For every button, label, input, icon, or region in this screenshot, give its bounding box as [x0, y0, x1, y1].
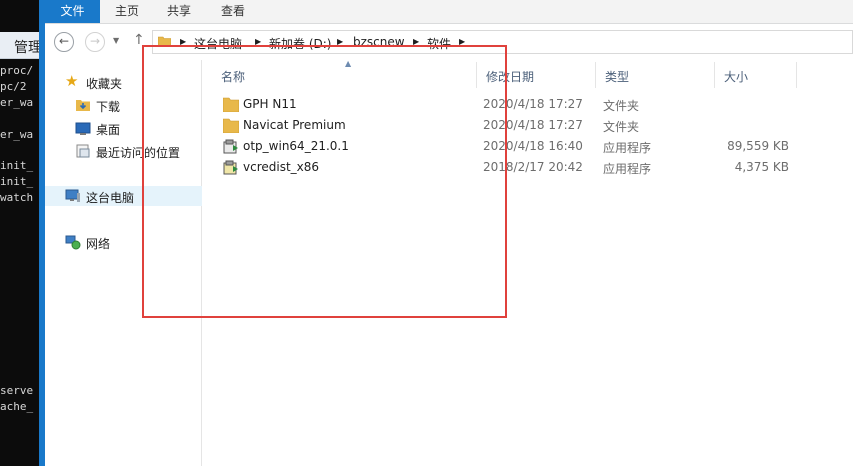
breadcrumb-software[interactable]: 软件: [427, 35, 451, 52]
address-toolbar: ← → ▼ ↑ ▶ 这台电脑 ▶ 新加卷 (D:) ▶ bzscnew ▶ 软件…: [45, 24, 853, 60]
column-header-size[interactable]: 大小: [716, 62, 797, 88]
folder-icon: [158, 36, 171, 47]
file-date: 2020/4/18 17:27: [483, 118, 583, 132]
file-row[interactable]: otp_win64_21.0.1 2020/4/18 16:40 应用程序 89…: [213, 136, 797, 157]
file-row[interactable]: vcredist_x86 2018/2/17 20:42 应用程序 4,375 …: [213, 157, 797, 178]
nav-item-label: 桌面: [96, 123, 121, 137]
terminal-line: serve: [0, 384, 34, 397]
file-type: 文件夹: [603, 120, 640, 134]
file-size: 4,375 KB: [734, 160, 789, 174]
folder-icon: [223, 118, 239, 133]
computer-icon: [65, 189, 80, 202]
download-folder-icon: [76, 100, 90, 111]
breadcrumb-bzscnew[interactable]: bzscnew: [353, 35, 405, 49]
nav-item-label: 网络: [86, 237, 111, 251]
file-name: vcredist_x86: [243, 160, 320, 174]
file-type: 应用程序: [603, 141, 652, 155]
terminal-title-bar: 管理: [0, 32, 39, 59]
back-arrow-icon: ←: [58, 34, 70, 48]
folder-icon: [223, 97, 239, 112]
nav-item-label: 最近访问的位置: [96, 146, 181, 160]
file-name: Navicat Premium: [243, 118, 346, 132]
nav-item-label: 收藏夹: [86, 77, 123, 91]
forward-arrow-icon: →: [89, 34, 101, 48]
star-icon: ★: [65, 72, 79, 90]
file-list: 名称 ▲ 修改日期 类型 大小 GPH N11 2020/4/18 17:27 …: [203, 59, 853, 466]
file-row[interactable]: GPH N11 2020/4/18 17:27 文件夹: [213, 94, 797, 115]
file-date: 2020/4/18 17:27: [483, 97, 583, 111]
breadcrumb-separator-icon[interactable]: ▶: [337, 37, 343, 46]
recent-places-icon: [76, 144, 90, 158]
installer-icon: [223, 139, 238, 154]
tab-file[interactable]: 文件: [45, 0, 100, 23]
column-header-label: 修改日期: [486, 70, 535, 84]
column-header-label: 大小: [724, 70, 749, 84]
sort-ascending-icon: ▲: [345, 59, 352, 68]
nav-item-label: 这台电脑: [86, 191, 135, 205]
tab-share[interactable]: 共享: [167, 0, 191, 23]
ribbon-tabs: 文件 主页 共享 查看: [45, 0, 853, 24]
file-date: 2018/2/17 20:42: [483, 160, 583, 174]
column-header-label: 名称: [221, 70, 246, 84]
file-type: 应用程序: [603, 162, 652, 176]
network-icon: [65, 235, 81, 250]
address-bar[interactable]: ▶ 这台电脑 ▶ 新加卷 (D:) ▶ bzscnew ▶ 软件 ▶: [152, 30, 853, 54]
terminal-line: ache_: [0, 400, 34, 413]
file-type: 文件夹: [603, 99, 640, 113]
column-header-name[interactable]: 名称 ▲: [213, 59, 477, 88]
nav-item-favorites[interactable]: ★ 收藏夹: [45, 72, 202, 92]
desktop-icon: [75, 122, 91, 135]
nav-item-recent[interactable]: 最近访问的位置: [45, 141, 202, 161]
breadcrumb-separator-icon[interactable]: ▶: [180, 37, 186, 46]
nav-item-network[interactable]: 网络: [45, 232, 202, 252]
file-name: GPH N11: [243, 97, 297, 111]
breadcrumb-separator-icon[interactable]: ▶: [255, 37, 261, 46]
breadcrumb-separator-icon[interactable]: ▶: [459, 37, 465, 46]
nav-item-downloads[interactable]: 下载: [45, 95, 202, 115]
nav-item-this-pc[interactable]: 这台电脑: [45, 186, 202, 206]
file-size: 89,559 KB: [727, 139, 789, 153]
recent-locations-chevron-icon[interactable]: ▼: [113, 36, 119, 45]
terminal-line: proc/: [0, 64, 34, 77]
breadcrumb-drive-d[interactable]: 新加卷 (D:): [269, 35, 331, 52]
tab-home[interactable]: 主页: [115, 0, 139, 23]
terminal-line: er_wa: [0, 128, 34, 141]
up-arrow-icon[interactable]: ↑: [133, 32, 145, 48]
terminal-title: 管理: [14, 40, 39, 56]
navigation-pane: ★ 收藏夹 下载 桌面 最近访问的位置 这台电脑 网络: [45, 60, 202, 466]
file-row[interactable]: Navicat Premium 2020/4/18 17:27 文件夹: [213, 115, 797, 136]
breadcrumb-separator-icon[interactable]: ▶: [413, 37, 419, 46]
file-explorer-window: 文件 主页 共享 查看 ← → ▼ ↑ ▶ 这台电脑 ▶ 新加卷 (D:) ▶ …: [45, 0, 853, 466]
nav-item-label: 下载: [96, 100, 121, 114]
file-name: otp_win64_21.0.1: [243, 139, 349, 153]
nav-item-desktop[interactable]: 桌面: [45, 118, 202, 138]
column-header-row: 名称 ▲ 修改日期 类型 大小: [213, 59, 797, 88]
column-header-type[interactable]: 类型: [597, 62, 715, 88]
terminal-line: init_: [0, 159, 34, 172]
terminal-line: watch: [0, 191, 34, 204]
column-header-label: 类型: [605, 70, 630, 84]
terminal-line: er_wa: [0, 96, 34, 109]
installer-icon: [223, 160, 238, 175]
back-button[interactable]: ←: [54, 32, 74, 52]
file-date: 2020/4/18 16:40: [483, 139, 583, 153]
forward-button[interactable]: →: [85, 32, 105, 52]
breadcrumb-this-pc[interactable]: 这台电脑: [194, 35, 242, 52]
terminal-window-strip: 管理 proc/ pc/2 er_wa er_wa init_ init_ wa…: [0, 0, 39, 466]
column-header-date[interactable]: 修改日期: [478, 62, 596, 88]
tab-view[interactable]: 查看: [221, 0, 245, 23]
terminal-line: init_: [0, 175, 34, 188]
terminal-line: pc/2: [0, 80, 27, 93]
